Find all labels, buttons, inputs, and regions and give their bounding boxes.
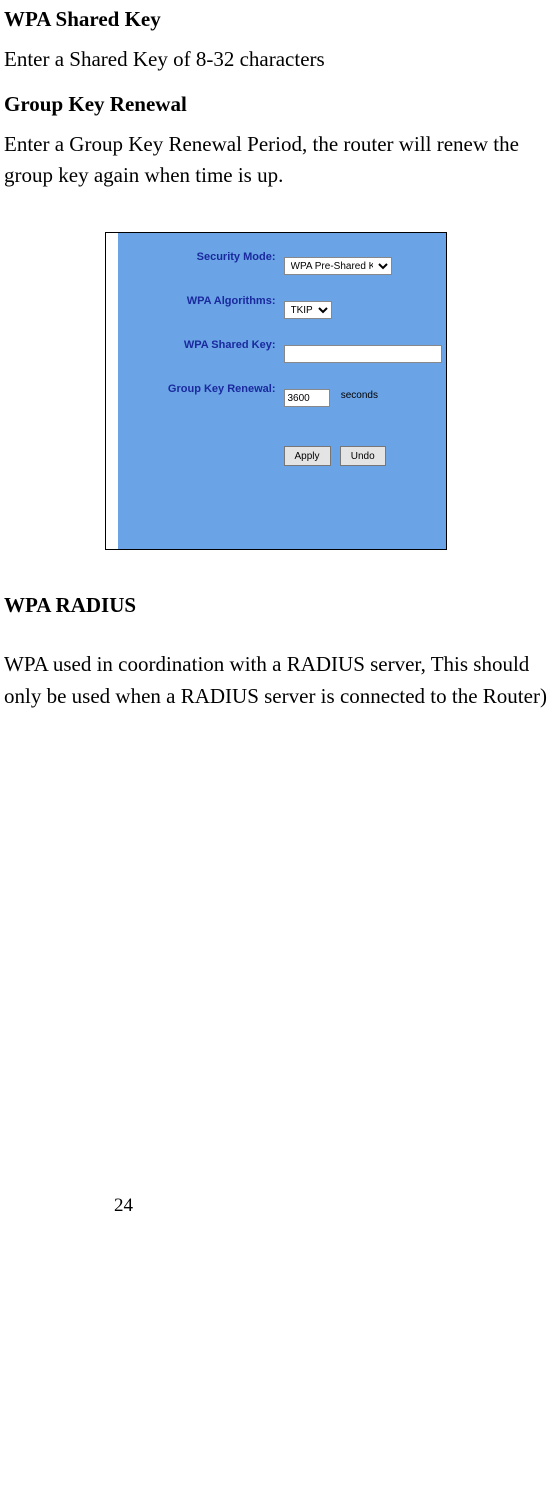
figure-left-stripe	[106, 233, 118, 549]
paragraph-group-key-desc: Enter a Group Key Renewal Period, the ro…	[4, 129, 547, 192]
label-seconds: seconds	[341, 390, 378, 401]
label-group-key-renewal: Group Key Renewal:	[126, 383, 276, 395]
figure-container: Security Mode: WPA Pre-Shared Key WPA Al…	[4, 232, 547, 550]
row-group-key-renewal: Group Key Renewal: seconds	[126, 379, 432, 423]
row-security-mode: Security Mode: WPA Pre-Shared Key	[126, 247, 432, 291]
apply-button[interactable]: Apply	[284, 446, 331, 466]
row-wpa-shared-key: WPA Shared Key:	[126, 335, 432, 379]
wpa-form: Security Mode: WPA Pre-Shared Key WPA Al…	[126, 247, 432, 423]
label-security-mode: Security Mode:	[126, 251, 276, 263]
undo-button[interactable]: Undo	[340, 446, 386, 466]
button-row: Apply Undo	[284, 437, 390, 469]
security-mode-select[interactable]: WPA Pre-Shared Key	[284, 257, 392, 275]
paragraph-shared-key-desc: Enter a Shared Key of 8-32 characters	[4, 44, 547, 76]
heading-group-key-renewal: Group Key Renewal	[4, 89, 547, 121]
page-number: 24	[4, 1192, 547, 1221]
heading-wpa-shared-key: WPA Shared Key	[4, 4, 547, 36]
row-wpa-algorithms: WPA Algorithms: TKIP	[126, 291, 432, 335]
label-wpa-algorithms: WPA Algorithms:	[126, 295, 276, 307]
wpa-shared-key-input[interactable]	[284, 345, 442, 363]
label-wpa-shared-key: WPA Shared Key:	[126, 339, 276, 351]
heading-wpa-radius: WPA RADIUS	[4, 590, 547, 622]
wpa-algorithms-select[interactable]: TKIP	[284, 301, 332, 319]
group-key-renewal-input[interactable]	[284, 389, 330, 407]
wpa-settings-screenshot: Security Mode: WPA Pre-Shared Key WPA Al…	[105, 232, 447, 550]
paragraph-wpa-radius-desc: WPA used in coordination with a RADIUS s…	[4, 649, 547, 712]
